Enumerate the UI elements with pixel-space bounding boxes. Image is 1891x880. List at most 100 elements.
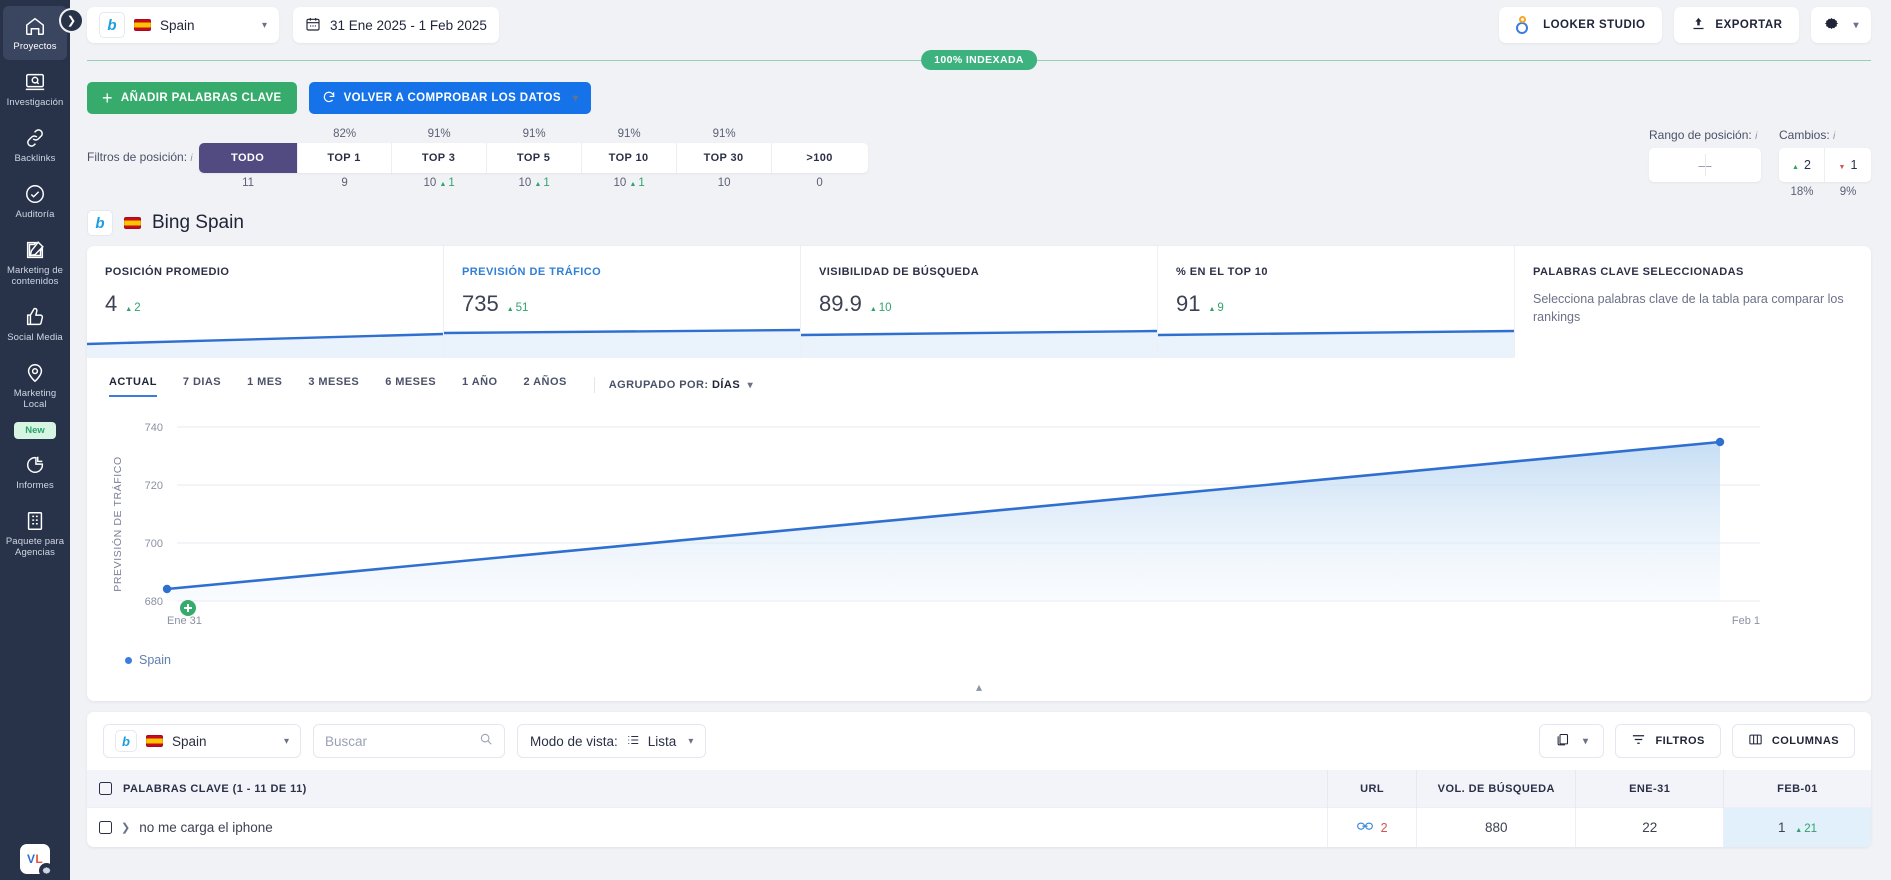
card-title: POSICIÓN PROMEDIO — [105, 266, 443, 278]
bing-icon: b — [87, 210, 113, 236]
metric-card-visibilidad-de-busqueda[interactable]: VISIBILIDAD DE BÚSQUEDA 89.9 10 — [801, 246, 1158, 358]
changes-up-pct: 18% — [1779, 186, 1825, 198]
sidebar-item-proyectos[interactable]: Proyectos — [3, 6, 67, 60]
table-row[interactable]: ❯ no me carga el iphone 2 — [87, 808, 1871, 848]
date-range-picker[interactable]: 31 Ene 2025 - 1 Feb 2025 — [293, 7, 499, 43]
changes-up-cell[interactable]: 2 — [1779, 148, 1825, 182]
view-mode-label: Modo de vista: — [530, 734, 618, 749]
chevron-right-icon[interactable]: ❯ — [121, 821, 130, 834]
segment-count: 9 — [298, 177, 392, 189]
sidebar-item-backlinks[interactable]: Backlinks — [3, 118, 67, 172]
info-icon[interactable]: i — [190, 153, 192, 164]
chart-point-ene31 — [163, 585, 171, 593]
segment-count: 0 — [772, 177, 868, 189]
plus-icon: + — [102, 89, 113, 107]
settings-button[interactable]: ▾ — [1811, 7, 1871, 43]
column-header-feb01[interactable]: FEB-01 — [1723, 770, 1871, 808]
changes-down-cell[interactable]: 1 — [1825, 148, 1871, 182]
view-mode-selector[interactable]: Modo de vista: Lista ▾ — [517, 724, 706, 758]
sidebar-item-paquete-para-agencias[interactable]: Paquete para Agencias — [3, 501, 67, 566]
filters-button[interactable]: FILTROS — [1615, 724, 1720, 758]
segment-button-top-10[interactable]: TOP 10 — [582, 143, 677, 173]
cell-search-volume: 880 — [1417, 808, 1576, 848]
metric-card-pct-en-el-top-10[interactable]: % EN EL TOP 10 91 9 — [1158, 246, 1515, 358]
sidebar-item-label: Auditoría — [16, 209, 55, 220]
segment-percent: 91% — [582, 128, 677, 140]
export-button[interactable]: EXPORTAR — [1674, 7, 1799, 43]
column-header-ene31[interactable]: ENE-31 — [1576, 770, 1724, 808]
segment-button-top-30[interactable]: TOP 30 — [677, 143, 772, 173]
tab-1-a-o[interactable]: 1 AÑO — [449, 372, 510, 397]
chart-y-tick: 740 — [145, 422, 163, 434]
avatar[interactable]: VL — [20, 844, 50, 874]
recheck-data-button[interactable]: VOLVER A COMPROBAR LOS DATOS ▾ — [309, 82, 592, 114]
check-circle-icon — [24, 183, 46, 205]
segment-button-top-5[interactable]: TOP 5 — [487, 143, 582, 173]
select-all-checkbox[interactable] — [99, 782, 112, 795]
columns-button[interactable]: COLUMNAS — [1732, 724, 1855, 758]
sidebar-item-social-media[interactable]: Social Media — [3, 297, 67, 351]
sidebar-item-informes[interactable]: Informes — [3, 445, 67, 499]
grouped-by-selector[interactable]: AGRUPADO POR: DÍAS ▾ — [609, 379, 753, 391]
chevron-down-icon: ▾ — [748, 380, 753, 391]
table-site-selector[interactable]: b Spain ▾ — [103, 724, 301, 758]
copy-icon — [1555, 732, 1570, 750]
sidebar-collapse-button[interactable]: ❯ — [59, 8, 84, 33]
app-root: Proyectos Investigación Backlinks Audito… — [0, 0, 1891, 880]
card-sparkline — [1158, 318, 1514, 358]
segment-button-todo[interactable]: TODO — [199, 143, 298, 173]
gear-icon[interactable] — [39, 863, 54, 878]
looker-studio-button[interactable]: LOOKER STUDIO — [1499, 7, 1662, 43]
pie-chart-icon — [24, 454, 46, 476]
sidebar-item-investigacion[interactable]: Investigación — [3, 62, 67, 116]
sidebar-item-label: Marketing de contenidos — [5, 265, 65, 287]
metric-card-prevision-de-trafico[interactable]: PREVISIÓN DE TRÁFICO 735 51 — [444, 246, 801, 358]
position-range-block: Rango de posición: i — — [1649, 128, 1761, 198]
bing-icon: b — [115, 730, 137, 752]
info-icon[interactable]: i — [1755, 131, 1757, 142]
segment-buttons[interactable]: TODOTOP 1TOP 3TOP 5TOP 10TOP 30>100 — [199, 143, 868, 173]
position-range-input[interactable]: — — [1649, 148, 1761, 182]
thumbs-up-icon — [24, 306, 46, 328]
column-header-keywords[interactable]: PALABRAS CLAVE (1 - 11 DE 11) — [87, 770, 1328, 808]
search-box[interactable] — [313, 724, 505, 758]
segment-button-100[interactable]: >100 — [772, 143, 868, 173]
copy-view-button[interactable]: ▾ — [1539, 724, 1604, 758]
chart-period-tabs: ACTUAL7 DIAS1 MES3 MESES6 MESES1 AÑO2 AÑ… — [105, 372, 1853, 397]
segment-counts: 11910 110 110 1100 — [199, 177, 868, 189]
column-header-url[interactable]: URL — [1328, 770, 1417, 808]
tab-1-mes[interactable]: 1 MES — [234, 372, 295, 397]
sidebar-item-marketing-de-contenidos[interactable]: Marketing de contenidos — [3, 230, 67, 295]
home-icon — [24, 15, 46, 37]
spain-flag-icon — [146, 735, 163, 747]
segment-percent: 91% — [487, 128, 582, 140]
link-icon[interactable] — [1357, 820, 1373, 835]
spain-flag-icon — [124, 217, 141, 229]
segment-button-top-1[interactable]: TOP 1 — [298, 143, 392, 173]
building-icon — [24, 510, 46, 532]
column-header-search-volume[interactable]: VOL. DE BÚSQUEDA — [1417, 770, 1576, 808]
add-keywords-button[interactable]: + AÑADIR PALABRAS CLAVE — [87, 82, 297, 114]
row-checkbox[interactable] — [99, 821, 112, 834]
upload-icon — [1691, 16, 1706, 34]
tab-3-meses[interactable]: 3 MESES — [295, 372, 372, 397]
segment-button-top-3[interactable]: TOP 3 — [392, 143, 487, 173]
export-label: EXPORTAR — [1715, 19, 1782, 31]
chart-collapse-button[interactable]: ▴ — [105, 673, 1853, 701]
metric-card-posicion-promedio[interactable]: POSICIÓN PROMEDIO 4 2 — [87, 246, 444, 358]
tab-6-meses[interactable]: 6 MESES — [372, 372, 449, 397]
tab-actual[interactable]: ACTUAL — [105, 372, 170, 397]
tab-2-a-os[interactable]: 2 AÑOS — [511, 372, 580, 397]
traffic-forecast-chart[interactable]: PREVISIÓN DE TRÁFICO 680700720740 — [105, 409, 1853, 639]
tab-7-dias[interactable]: 7 DIAS — [170, 372, 234, 397]
chart-x-tick-end: Feb 1 — [1732, 615, 1760, 627]
changes-block: Cambios: i 2 1 18% — [1779, 128, 1871, 198]
site-selector[interactable]: b Spain ▾ — [87, 7, 279, 43]
sidebar-item-auditoria[interactable]: Auditoría — [3, 174, 67, 228]
search-input[interactable] — [325, 734, 471, 749]
info-icon[interactable]: i — [1833, 131, 1835, 142]
chart-legend[interactable]: Spain — [105, 639, 1853, 667]
card-sparkline — [87, 318, 443, 358]
sidebar-item-marketing-local[interactable]: Marketing Local — [3, 353, 67, 418]
project-header: b Bing Spain — [70, 198, 1891, 236]
